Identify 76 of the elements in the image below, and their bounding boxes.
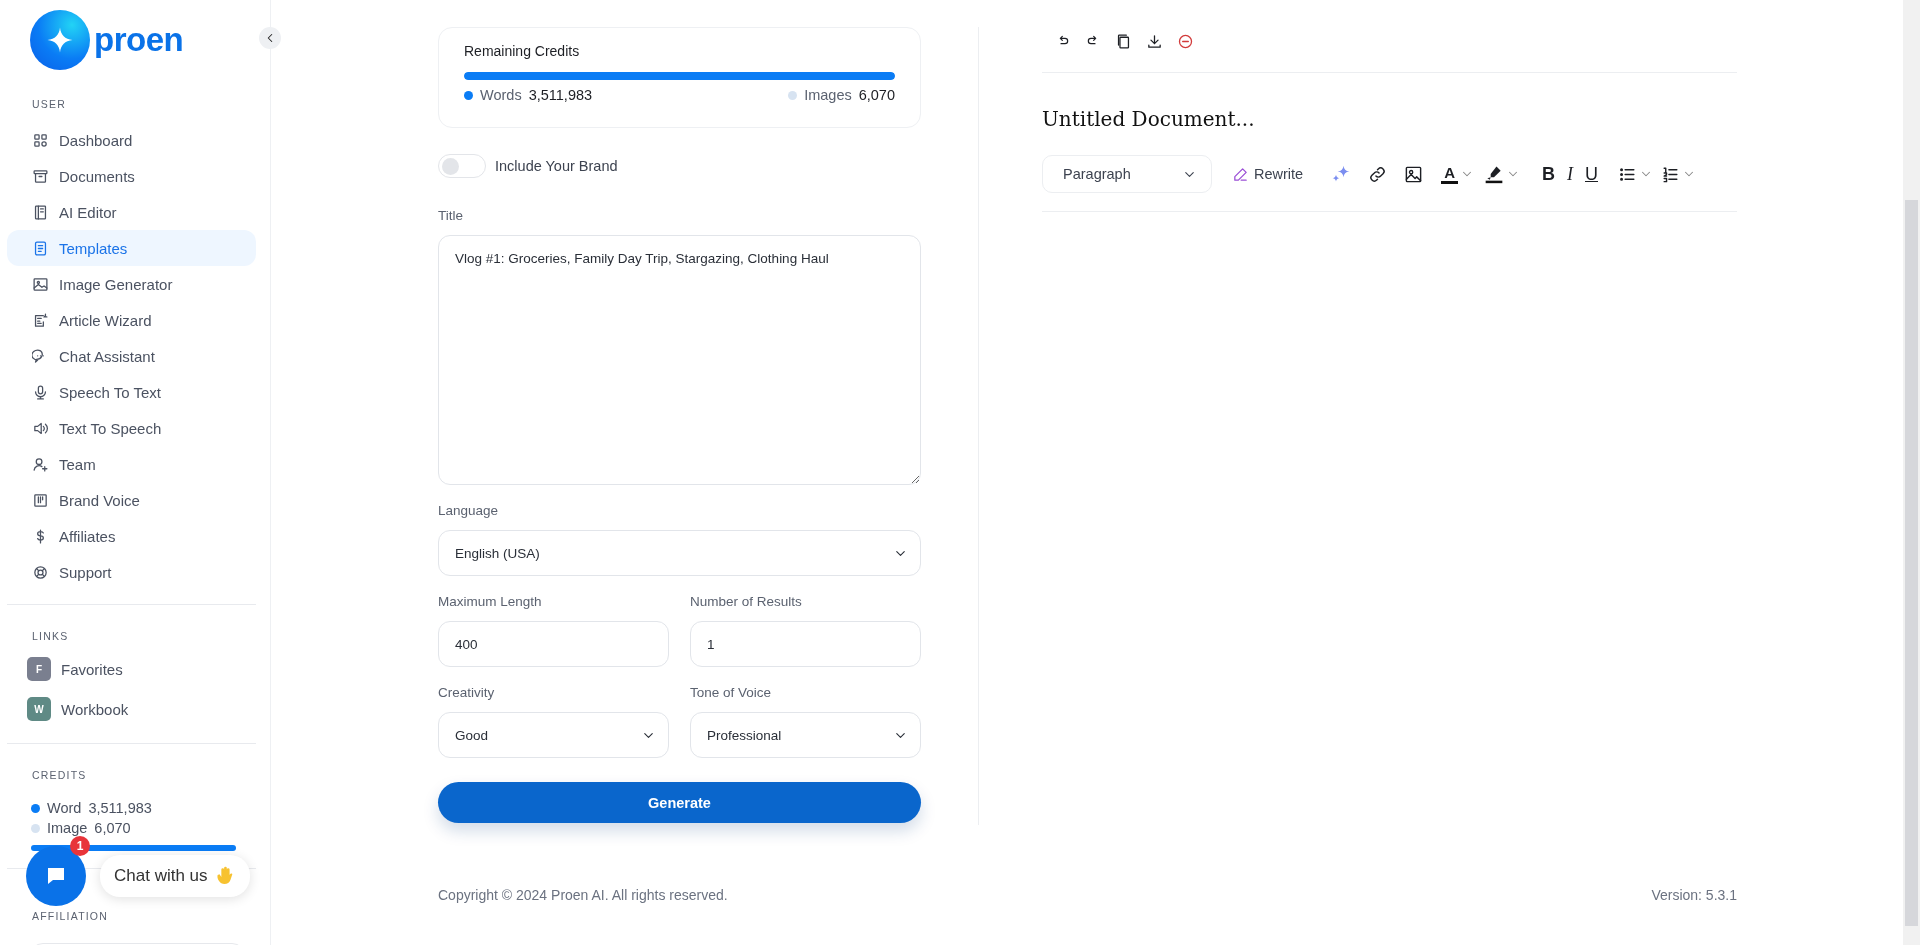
archive-icon	[32, 167, 49, 185]
logo-text: proen	[94, 21, 184, 59]
logo-icon	[30, 10, 90, 70]
highlighter-icon[interactable]	[1484, 164, 1504, 184]
board-icon	[32, 491, 49, 509]
legend-label: Words	[480, 87, 522, 103]
legend-value: 6,070	[858, 87, 895, 103]
text-color-button[interactable]: A	[1441, 164, 1458, 184]
credit-label: Image	[47, 820, 88, 836]
input-field[interactable]: 400	[438, 621, 669, 667]
nav-item[interactable]: Documents	[7, 158, 256, 194]
bold-button[interactable]: B	[1542, 164, 1555, 184]
link-icon[interactable]	[1368, 164, 1388, 184]
generate-button[interactable]: Generate	[438, 782, 921, 823]
link-item[interactable]: W Workbook	[7, 689, 256, 729]
credit-value: 3,511,983	[88, 800, 152, 816]
pencil-icon	[1232, 165, 1249, 183]
block-style-select[interactable]: Paragraph	[1042, 155, 1212, 193]
nav-item[interactable]: AI Editor	[7, 194, 256, 230]
section-heading: LINKS	[31, 629, 70, 643]
nav-item[interactable]: Templates	[7, 230, 256, 266]
select-field[interactable]: English (USA)	[438, 530, 921, 576]
link-item[interactable]: F Favorites	[7, 649, 256, 689]
dashboard-icon	[32, 131, 49, 149]
scrollbar[interactable]	[1903, 0, 1920, 945]
nav-item[interactable]: Speech To Text	[7, 374, 256, 410]
rewrite-button[interactable]: Rewrite	[1232, 165, 1304, 183]
microphone-icon	[32, 383, 49, 401]
notification-badge: 1	[70, 836, 90, 856]
toggle-label: Include Your Brand	[495, 158, 618, 174]
field-label: Language	[438, 502, 500, 520]
field-label: Creativity	[438, 684, 496, 702]
card-title: Remaining Credits	[464, 43, 581, 59]
input-field[interactable]: 1	[690, 621, 921, 667]
letter-avatar: F	[27, 657, 51, 681]
image-icon[interactable]	[1404, 164, 1424, 184]
numbered-list-icon[interactable]	[1661, 164, 1680, 184]
document-title[interactable]: Untitled Document...	[1042, 107, 1737, 131]
notebook-icon	[32, 203, 49, 221]
copy-icon[interactable]	[1115, 32, 1132, 50]
section-heading: AFFILIATION	[31, 909, 109, 923]
field-label: Number of Results	[690, 593, 803, 611]
credit-label: Word	[47, 800, 82, 816]
nav-item[interactable]: Chat Assistant	[7, 338, 256, 374]
credit-value: 6,070	[94, 820, 131, 836]
chat-prompt[interactable]: Chat with us	[100, 855, 250, 897]
field-label: Title	[438, 207, 464, 225]
document-icon	[32, 239, 49, 257]
download-icon[interactable]	[1146, 32, 1163, 50]
nav-item[interactable]: Text To Speech	[7, 410, 256, 446]
nav-item[interactable]: Image Generator	[7, 266, 256, 302]
nav-item[interactable]: Team	[7, 446, 256, 482]
nav-item[interactable]: Article Wizard	[7, 302, 256, 338]
nav-item[interactable]: Dashboard	[7, 122, 256, 158]
field-label: Maximum Length	[438, 593, 543, 611]
version-text: Version: 5.3.1	[1651, 887, 1737, 903]
field-label: Tone of Voice	[690, 684, 773, 702]
select-field[interactable]: Professional	[690, 712, 921, 758]
user-plus-icon	[32, 455, 49, 473]
underline-button[interactable]: U	[1585, 164, 1598, 184]
lifebuoy-icon	[32, 563, 49, 581]
legend-value: 3,511,983	[528, 87, 593, 103]
nav-item[interactable]: Support	[7, 554, 256, 590]
nav-item[interactable]: Brand Voice	[7, 482, 256, 518]
section-heading: USER	[31, 97, 67, 111]
letter-avatar: W	[27, 697, 51, 721]
legend-label: Images	[804, 87, 852, 103]
remove-icon[interactable]	[1177, 32, 1194, 50]
title-field[interactable]: Vlog #1: Groceries, Family Day Trip, Stargazing, Clothing Haul	[438, 235, 921, 485]
nav-item[interactable]: Affiliates	[7, 518, 256, 554]
italic-button[interactable]: I	[1567, 164, 1573, 184]
image-icon	[32, 275, 49, 293]
section-heading: CREDITS	[31, 768, 88, 782]
article-icon	[32, 311, 49, 329]
copyright-text: Copyright © 2024 Proen AI. All rights reserved.	[438, 887, 728, 903]
select-field[interactable]: Good	[438, 712, 669, 758]
